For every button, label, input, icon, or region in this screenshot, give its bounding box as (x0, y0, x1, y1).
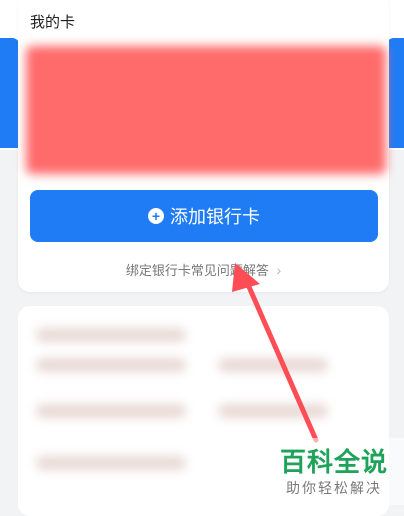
arrow-shaft (243, 277, 319, 443)
watermark-subtitle: 助你轻松解决 (286, 480, 382, 496)
watermark-title: 百科全说 (280, 447, 389, 477)
annotation-arrow (232, 263, 319, 443)
watermark-logo: 百科全说 助你轻松解决 (272, 438, 404, 505)
arrow-head (232, 263, 260, 292)
